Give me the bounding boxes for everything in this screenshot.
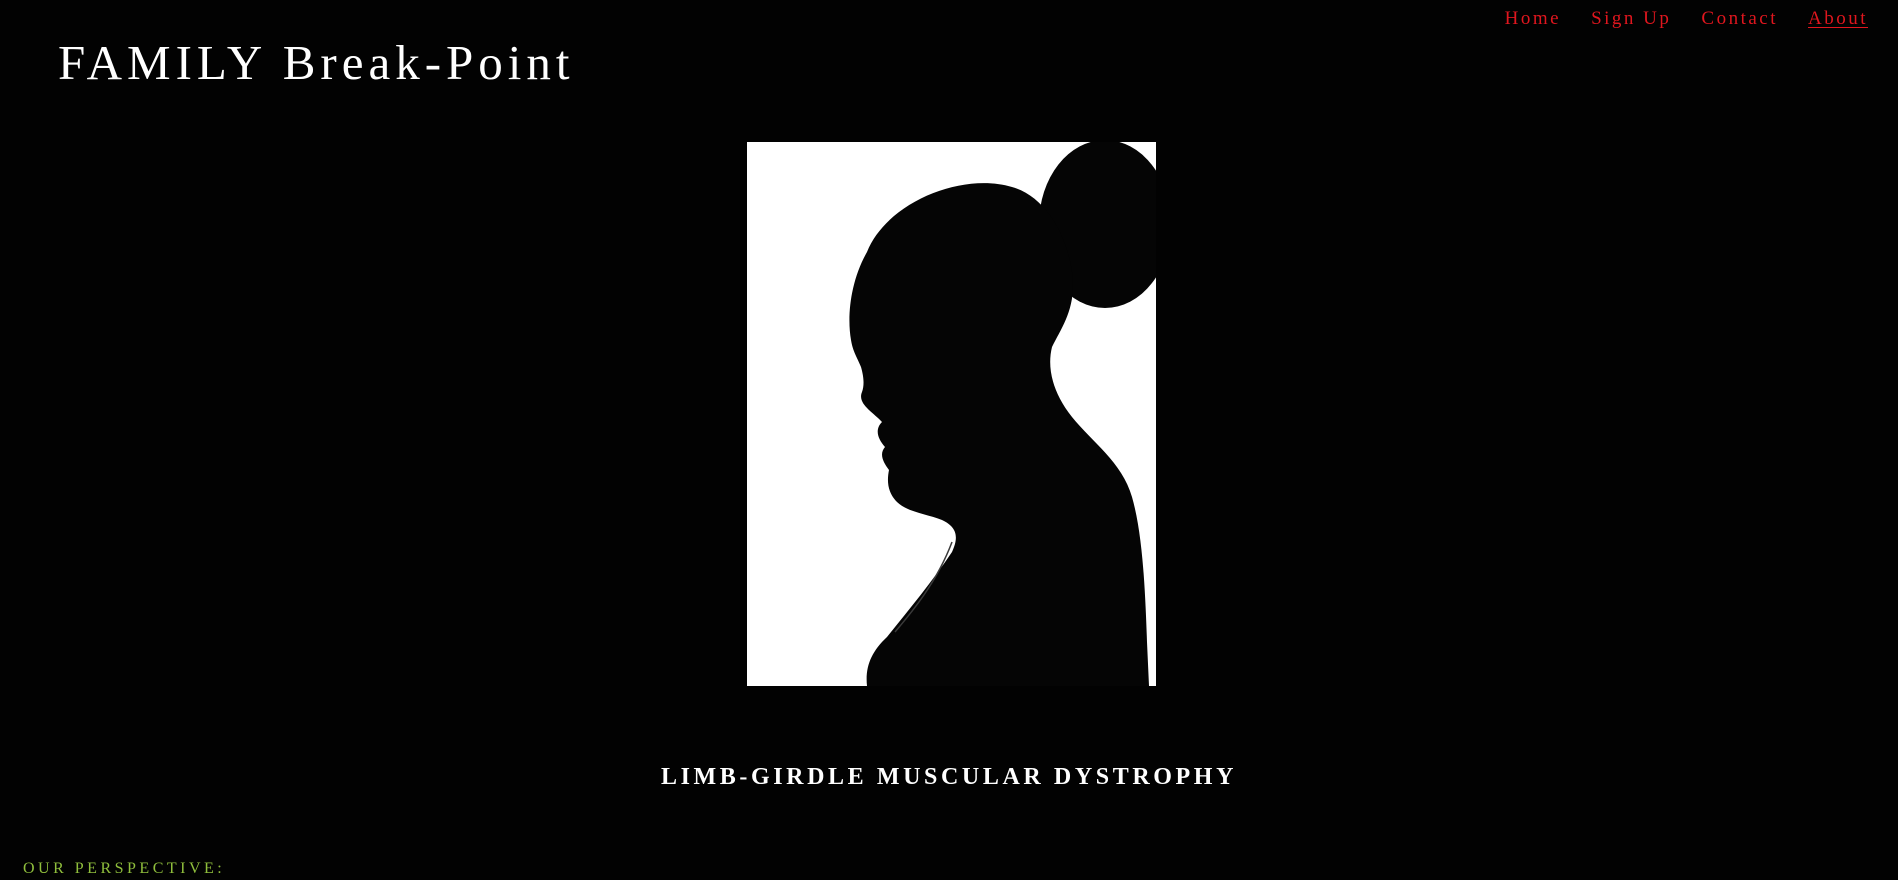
nav-link-sign-up[interactable]: Sign Up xyxy=(1591,8,1671,30)
hero-silhouette-image xyxy=(747,142,1156,686)
condition-heading: LIMB-GIRDLE MUSCULAR DYSTROPHY xyxy=(660,764,1238,790)
nav-link-contact[interactable]: Contact xyxy=(1701,8,1778,30)
nav-link-home[interactable]: Home xyxy=(1505,8,1561,30)
site-title: FAMILY Break-Point xyxy=(58,35,575,90)
perspective-label: OUR PERSPECTIVE: xyxy=(23,860,226,877)
top-navigation: Home Sign Up Contact About xyxy=(1505,8,1868,30)
nav-link-about[interactable]: About xyxy=(1808,8,1868,30)
